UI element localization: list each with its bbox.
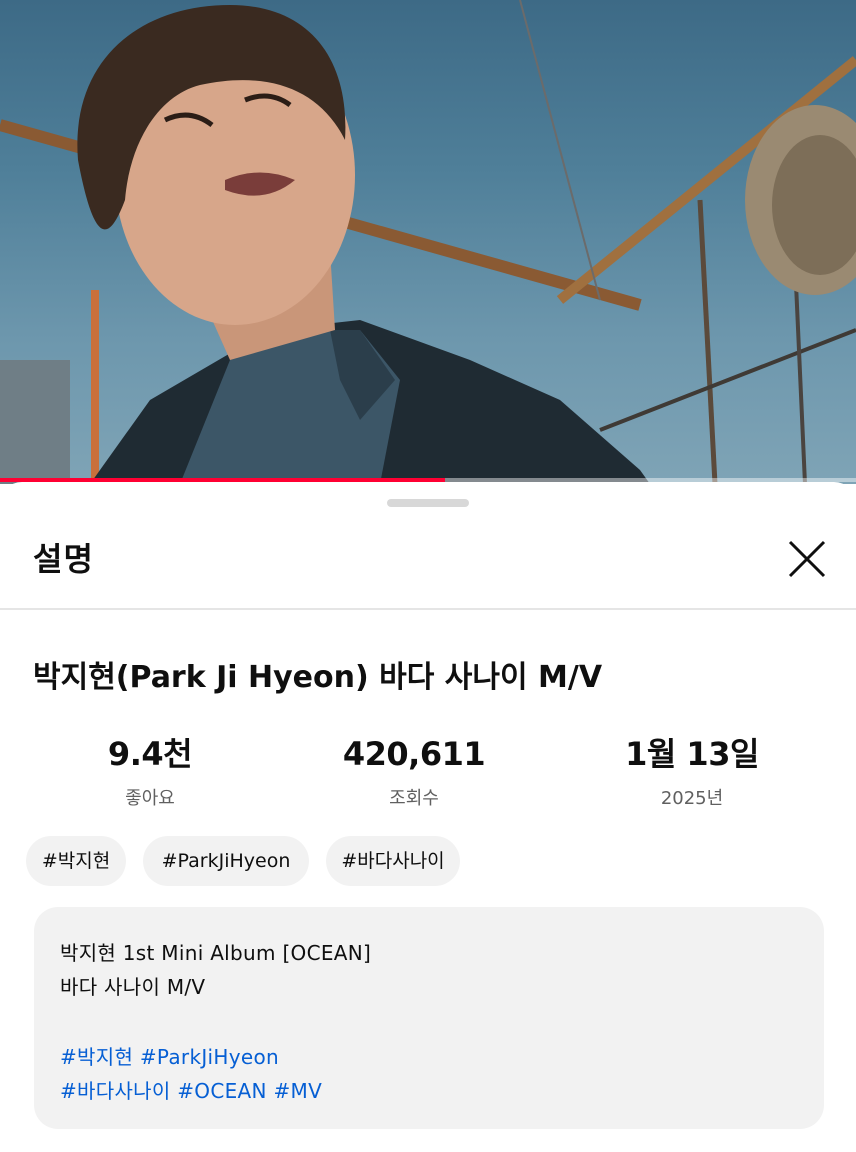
stat-date: 1월 13일 2025년 [562,734,822,810]
video-player[interactable] [0,0,856,484]
hashtag-link[interactable]: #OCEAN [177,1079,267,1103]
video-frame-illustration [0,0,856,484]
description-line-2: 바다 사나이 M/V [60,975,206,999]
hashtag-link[interactable]: #MV [273,1079,322,1103]
views-count: 420,611 [342,735,486,773]
close-button[interactable] [782,534,832,584]
likes-count: 9.4천 [107,735,193,773]
views-label: 조회수 [389,788,439,809]
drag-handle[interactable] [387,499,469,507]
upload-year: 2025년 [660,788,724,809]
chip-hashtag-1[interactable]: #박지현 [26,836,126,886]
description-sheet: 설명 박지현(Park Ji Hyeon) 바다 사나이 M/V 9.4천 좋아… [0,482,856,1152]
divider [0,608,856,610]
sheet-title: 설명 [33,540,94,578]
description-tags-line-2: #바다사나이 #OCEAN #MV [60,1075,322,1104]
chip-hashtag-3[interactable]: #바다사나이 [326,836,460,886]
close-icon [788,540,826,578]
chip-hashtag-2[interactable]: #ParkJiHyeon [143,836,309,886]
hashtag-link[interactable]: #바다사나이 [60,1079,171,1103]
video-title: 박지현(Park Ji Hyeon) 바다 사나이 M/V [33,660,603,695]
description-line-1: 박지현 1st Mini Album [OCEAN] [60,941,372,965]
stat-views: 420,611 조회수 [284,734,544,810]
likes-label: 좋아요 [125,788,175,809]
hashtag-link[interactable]: #ParkJiHyeon [140,1045,279,1069]
upload-date: 1월 13일 [625,735,759,773]
description-box: 박지현 1st Mini Album [OCEAN] 바다 사나이 M/V #박… [34,907,824,1129]
hashtag-link[interactable]: #박지현 [60,1045,133,1069]
stat-likes: 9.4천 좋아요 [20,734,280,810]
description-tags-line-1: #박지현 #ParkJiHyeon [60,1041,279,1070]
